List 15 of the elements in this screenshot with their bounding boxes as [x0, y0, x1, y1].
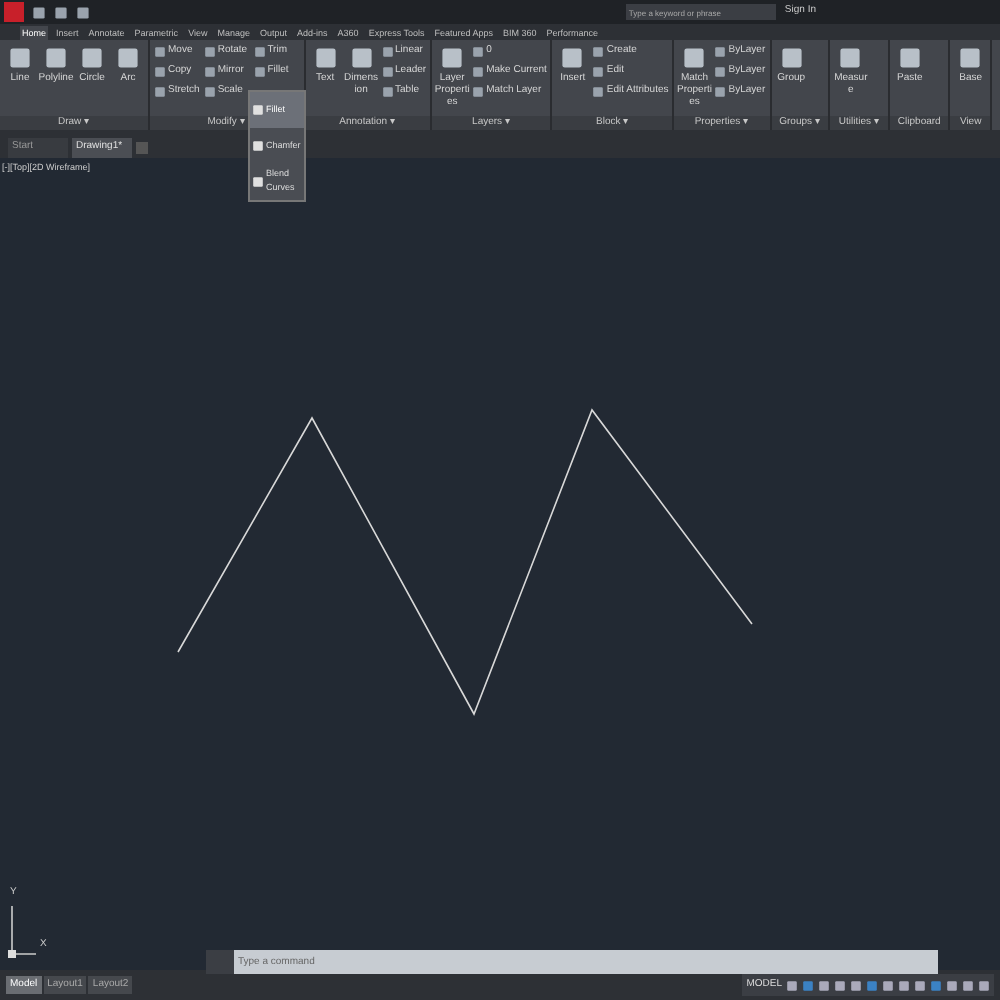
tool-icon: [313, 44, 338, 72]
tool-icon: [44, 44, 68, 72]
tool-icon: [349, 44, 374, 72]
tool-icon: [116, 44, 140, 72]
tool-icon: [80, 44, 104, 72]
app-logo-icon[interactable]: [4, 2, 24, 22]
tool-icon: [779, 44, 804, 72]
tool-icon: [838, 44, 863, 72]
tool-icon: [897, 44, 922, 72]
tool-icon: [440, 44, 465, 72]
tool-icon: [560, 44, 585, 72]
tool-icon: [8, 44, 32, 72]
tool-icon: [682, 44, 707, 72]
tool-icon: [958, 44, 983, 72]
ucs-axes-drawing: [8, 905, 37, 958]
